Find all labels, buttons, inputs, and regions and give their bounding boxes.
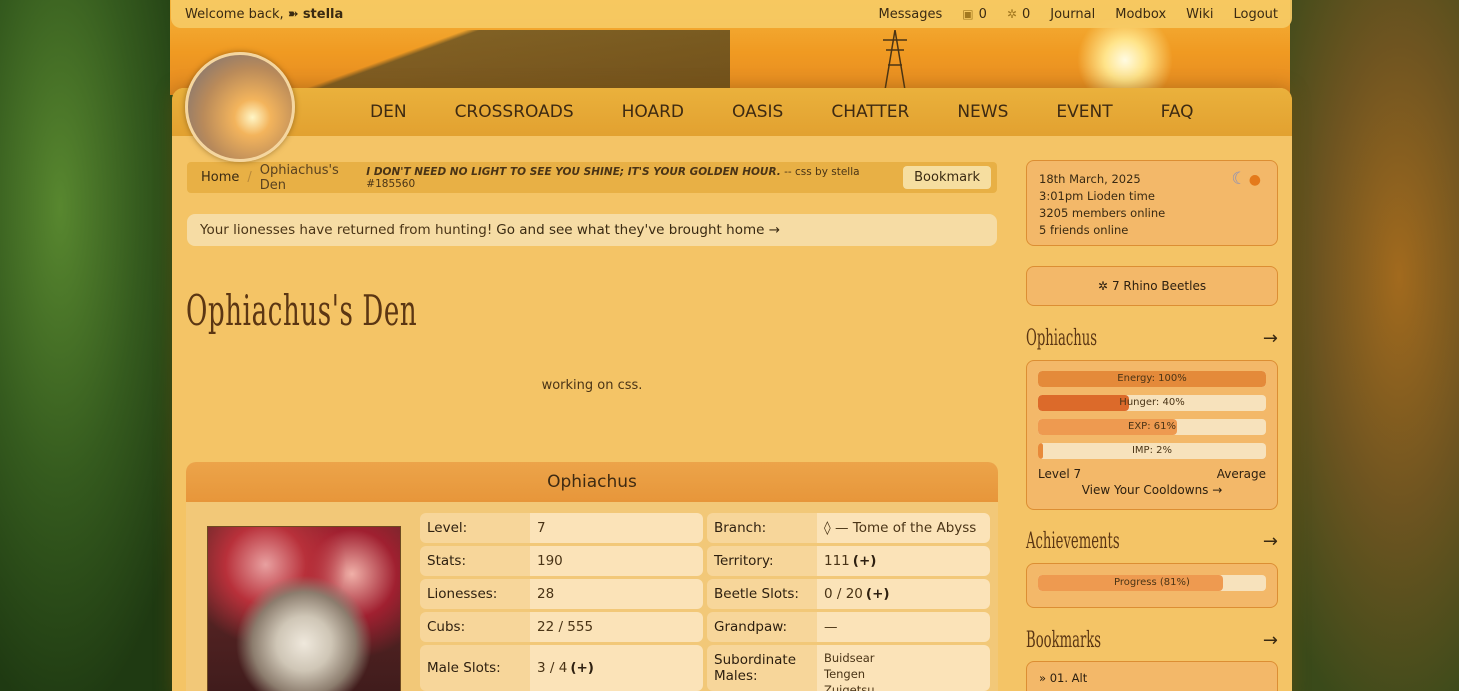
beetle-icon: ✲ [1097, 279, 1108, 293]
energy-bar: Energy: 100% [1038, 371, 1266, 387]
breadcrumb-current: Ophiachus's Den [259, 162, 339, 193]
background-forest-left [0, 0, 200, 691]
gift-icon: ▣ [962, 6, 974, 21]
modbox-link[interactable]: Modbox [1115, 7, 1166, 22]
moon-icon: ☾ [1231, 169, 1247, 189]
welcome-text: Welcome back, ➽ stella [185, 6, 344, 22]
stat-level: Level: 7 [420, 513, 703, 543]
power-pylon-graphic [883, 30, 907, 90]
hunting-results-link[interactable]: Go and see what they've brought home → [496, 222, 780, 238]
nav-news[interactable]: NEWS [957, 102, 1008, 122]
username-link[interactable]: stella [303, 7, 343, 22]
main-nav: DEN CROSSROADS HOARD OASIS CHATTER NEWS … [172, 88, 1292, 136]
bookmarks-box: » 01. Alt [1026, 661, 1278, 691]
lion-stats-grid: Level: 7 Branch: ◊ — Tome of the Abyss Sta… [420, 513, 990, 691]
arrow-right-icon[interactable]: → [1263, 531, 1278, 552]
lion-name-header[interactable]: Ophiachus [186, 462, 998, 502]
lion-status-box: Energy: 100% Hunger: 40% EXP: 61% IMP: 2… [1026, 360, 1278, 510]
beetle-icon: ✲ [1006, 6, 1017, 21]
nav-den[interactable]: DEN [370, 102, 407, 122]
logout-link[interactable]: Logout [1233, 7, 1278, 22]
time-info-box: 18th March, 2025 3:01pm Lioden time 3205… [1026, 160, 1278, 246]
day-night-icons: ☾ ● [1232, 171, 1261, 189]
stat-beetle-slots: Beetle Slots: 0 / 20 (+) [707, 579, 990, 609]
stat-cubs: Cubs: 22 / 555 [420, 612, 703, 642]
stat-lionesses: Lionesses: 28 [420, 579, 703, 609]
bookmarks-heading[interactable]: Bookmarks → [1026, 628, 1278, 653]
stat-subordinates: Subordinate Males: Buidsear Tengen Zuige… [707, 645, 990, 691]
territory-add-button[interactable]: (+) [853, 553, 877, 569]
den-description: working on css. [541, 378, 643, 393]
achievement-progress-bar: Progress (81%) [1038, 575, 1266, 591]
breadcrumb-separator: / [247, 170, 252, 185]
lion-card: Ophiachus Level: 7 Branch: ◊ — Tome of the… [186, 462, 998, 691]
subordinate-link[interactable]: Buidsear [824, 650, 875, 666]
subordinate-link[interactable]: Tengen [824, 666, 865, 682]
hunger-bar: Hunger: 40% [1038, 395, 1266, 411]
stat-stats: Stats: 190 [420, 546, 703, 576]
arrow-icon: ➽ [287, 6, 299, 22]
beetle-count-box[interactable]: ✲ 7 Rhino Beetles [1026, 266, 1278, 306]
cooldowns-link[interactable]: View Your Cooldowns → [1038, 483, 1266, 497]
arrow-right-icon[interactable]: → [1263, 328, 1278, 349]
stat-branch: Branch: ◊ — Tome of the Abyss [707, 513, 990, 543]
wiki-link[interactable]: Wiki [1186, 7, 1213, 22]
breadcrumb: Home / Ophiachus's Den I DON'T NEED NO L… [187, 162, 997, 193]
arrow-right-icon[interactable]: → [1263, 630, 1278, 651]
notifications-counter[interactable]: ▣ 0 [962, 7, 987, 22]
sun-icon: ● [1248, 172, 1261, 188]
nav-event[interactable]: EVENT [1056, 102, 1112, 122]
members-online[interactable]: 3205 members online [1039, 205, 1265, 222]
lion-portrait[interactable] [207, 526, 401, 691]
achievements-heading[interactable]: Achievements → [1026, 529, 1278, 554]
messages-link[interactable]: Messages [879, 7, 943, 22]
exp-bar: EXP: 61% [1038, 419, 1266, 435]
time-text: 3:01pm Lioden time [1039, 189, 1155, 203]
nav-chatter[interactable]: CHATTER [831, 102, 909, 122]
page-tagline: I DON'T NEED NO LIGHT TO SEE YOU SHINE; … [366, 165, 860, 190]
nav-oasis[interactable]: OASIS [732, 102, 783, 122]
lion-level: Level 7 [1038, 467, 1082, 481]
breadcrumb-home[interactable]: Home [201, 170, 239, 185]
achievements-box: Progress (81%) [1026, 563, 1278, 608]
ophiachus-heading[interactable]: Ophiachus → [1026, 326, 1278, 351]
friends-online[interactable]: 5 friends online [1039, 222, 1265, 239]
imp-bar: IMP: 2% [1038, 443, 1266, 459]
journal-link[interactable]: Journal [1050, 7, 1095, 22]
main-panel: DEN CROSSROADS HOARD OASIS CHATTER NEWS … [172, 88, 1292, 691]
bookmark-item[interactable]: » 01. Alt [1039, 671, 1265, 685]
beetle-counter[interactable]: ✲ 0 [1007, 7, 1030, 22]
branch-link[interactable]: ◊ — Tome of the Abyss [817, 513, 990, 543]
stat-territory: Territory: 111 (+) [707, 546, 990, 576]
hunting-notice: Your lionesses have returned from huntin… [187, 214, 997, 246]
top-bar: Welcome back, ➽ stella Messages ▣ 0 ✲ 0 Jo… [171, 0, 1292, 28]
beetle-slots-add-button[interactable]: (+) [866, 586, 890, 602]
page-title: Ophiachus's Den [186, 286, 418, 335]
bookmark-button[interactable]: Bookmark [903, 166, 991, 189]
nav-crossroads[interactable]: CROSSROADS [455, 102, 574, 122]
stat-grandpaw: Grandpaw: — [707, 612, 990, 642]
nav-faq[interactable]: FAQ [1161, 102, 1194, 122]
subordinate-link[interactable]: Zuigetsu [824, 682, 875, 691]
male-slots-add-button[interactable]: (+) [570, 660, 594, 676]
stat-male-slots: Male Slots: 3 / 4 (+) [420, 645, 703, 691]
lion-rating: Average [1216, 467, 1266, 481]
site-logo-avatar[interactable] [185, 52, 295, 162]
nav-hoard[interactable]: HOARD [622, 102, 684, 122]
